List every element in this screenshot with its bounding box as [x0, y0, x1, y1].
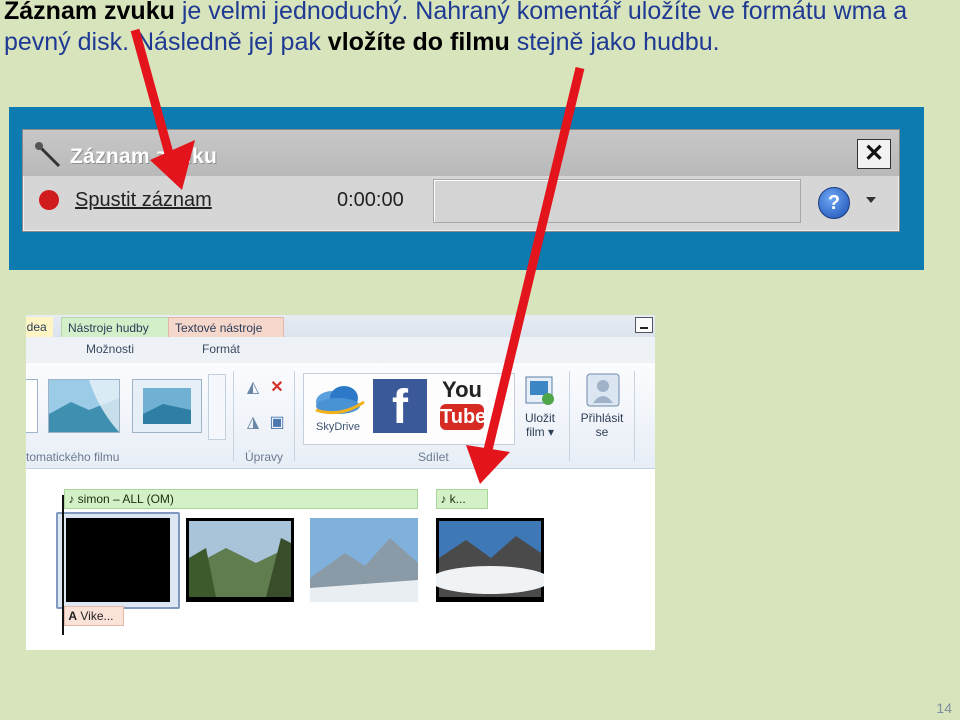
- arrow-to-record: [130, 28, 178, 170]
- arrow-head-record: [150, 140, 195, 190]
- arrow-to-timeline: [482, 66, 585, 456]
- annotation-arrows: [130, 28, 585, 484]
- arrow-head-timeline: [466, 445, 510, 484]
- page-number: 14: [936, 700, 952, 716]
